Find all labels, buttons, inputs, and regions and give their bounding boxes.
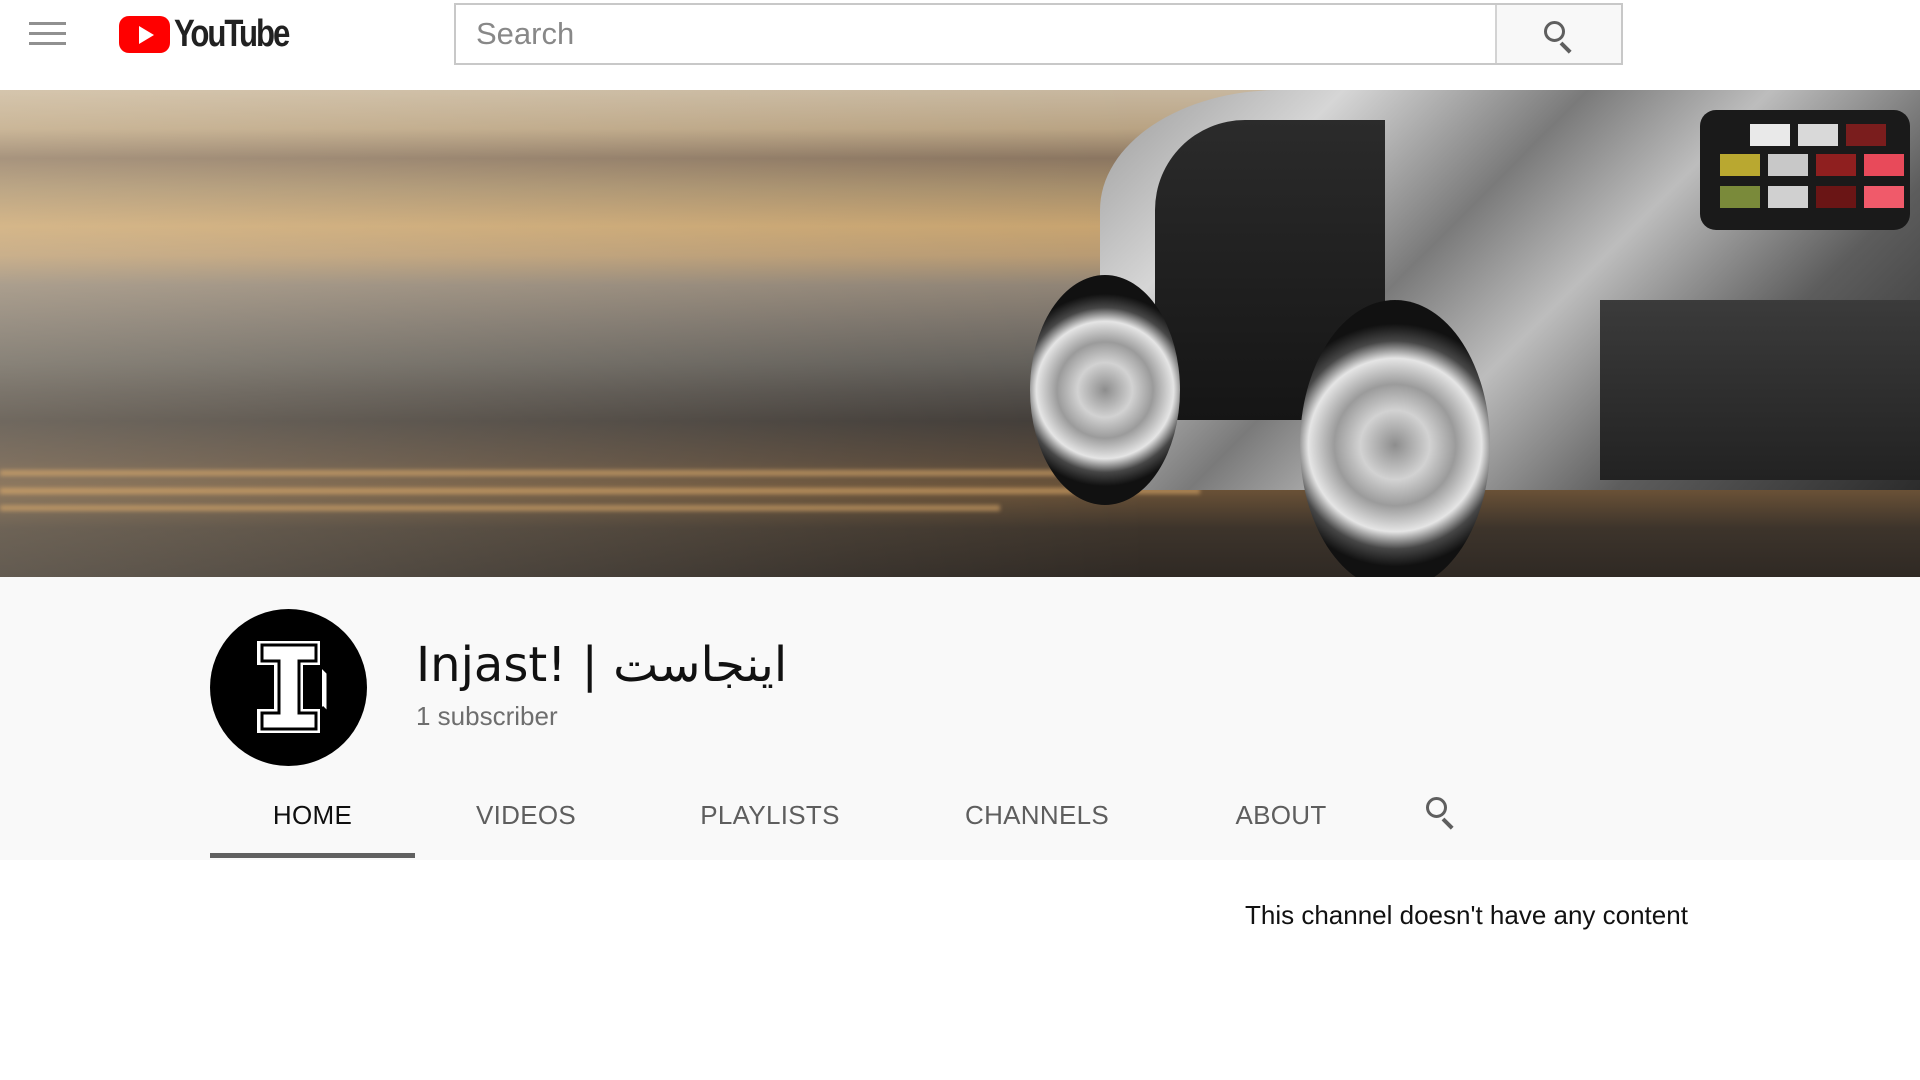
masthead: YouTube [0,0,1920,90]
tab-home[interactable]: HOME [210,772,415,858]
search-button[interactable] [1495,5,1621,63]
empty-content-message: This channel doesn't have any content [1245,900,1688,930]
search-box [454,3,1623,65]
channel-search-button[interactable] [1391,772,1491,858]
channel-tabs: HOME VIDEOS PLAYLISTS CHANNELS ABOUT [210,772,1491,858]
youtube-logo-icon [119,15,170,53]
tab-about[interactable]: ABOUT [1171,772,1391,858]
channel-avatar[interactable] [210,609,367,766]
banner-car-image [1030,90,1920,577]
channel-header: Injast! | اینجاست 1 subscriber HOME VIDE… [0,577,1920,860]
logo-text: YouTube [174,12,290,55]
youtube-logo[interactable]: YouTube [119,12,313,55]
tab-videos[interactable]: VIDEOS [415,772,637,858]
subscriber-count: 1 subscriber [416,701,558,731]
channel-name: Injast! | اینجاست [416,637,788,693]
tab-playlists[interactable]: PLAYLISTS [637,772,903,858]
channel-banner [0,90,1920,577]
channel-search-icon [1426,797,1456,830]
tab-channels[interactable]: CHANNELS [903,772,1171,858]
menu-icon[interactable] [29,22,66,46]
search-icon [1544,21,1574,54]
avatar-letter-icon [253,637,330,737]
search-input[interactable] [456,5,1495,63]
